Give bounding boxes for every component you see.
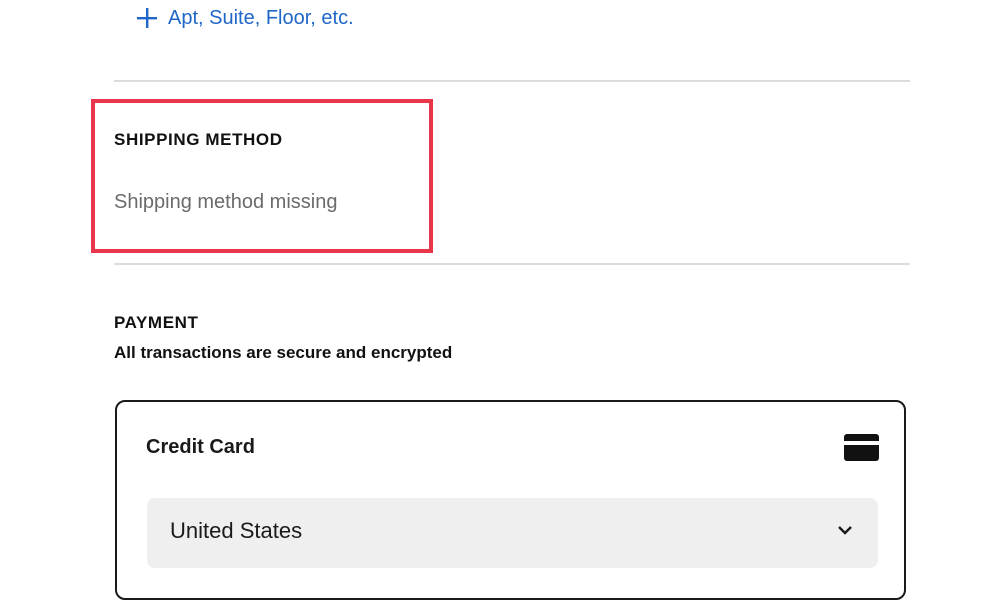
shipping-method-heading: SHIPPING METHOD [114,130,283,149]
add-address-line-label: Apt, Suite, Floor, etc. [168,6,354,29]
credit-card-title: Credit Card [146,436,255,458]
add-address-line-link[interactable]: Apt, Suite, Floor, etc. [136,4,354,32]
section-divider [114,263,910,265]
country-select[interactable]: United States [147,498,878,568]
payment-heading: PAYMENT [114,313,199,332]
shipping-method-highlight [91,99,433,253]
section-divider [114,80,910,82]
shipping-method-missing-text: Shipping method missing [114,191,338,213]
credit-card-icon [844,434,879,461]
chevron-down-icon [838,526,852,535]
plus-icon [137,8,157,28]
country-select-value: United States [170,518,303,543]
payment-subtitle: All transactions are secure and encrypte… [114,343,453,362]
